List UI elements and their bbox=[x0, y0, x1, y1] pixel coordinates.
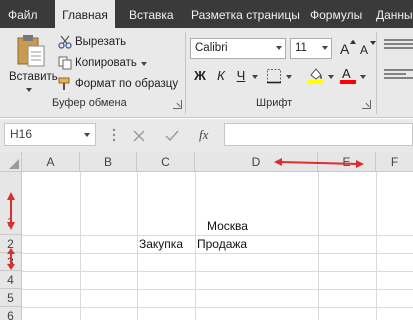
group-divider bbox=[185, 32, 186, 114]
cut-label: Вырезать bbox=[75, 36, 127, 48]
row-header-4[interactable]: 4 bbox=[0, 271, 22, 289]
name-box[interactable]: H16 bbox=[4, 123, 96, 146]
chevron-down-icon[interactable] bbox=[84, 133, 90, 137]
italic-button[interactable]: К bbox=[213, 66, 229, 86]
chevron-down-icon[interactable] bbox=[141, 62, 147, 66]
increase-font-size-icon[interactable]: A bbox=[339, 40, 357, 56]
tab-formulas[interactable]: Формулы bbox=[310, 0, 362, 28]
row-height-arrow-icon bbox=[7, 192, 15, 230]
paste-button[interactable]: Вставить bbox=[6, 32, 58, 94]
borders-icon[interactable] bbox=[266, 68, 282, 84]
svg-text:A: A bbox=[340, 41, 350, 56]
font-group-label: Шрифт bbox=[256, 97, 293, 109]
cell-c2[interactable]: Закупка bbox=[139, 237, 183, 251]
tab-data[interactable]: Данны bbox=[376, 0, 413, 28]
tab-home[interactable]: Главная bbox=[55, 0, 115, 28]
gridline bbox=[22, 271, 413, 272]
ribbon-tab-bar: Файл Главная Вставка Разметка страницы Ф… bbox=[0, 0, 413, 28]
paste-icon bbox=[17, 35, 45, 67]
font-family-select[interactable]: Calibri bbox=[190, 38, 286, 59]
insert-function-button[interactable]: fx bbox=[199, 127, 208, 143]
select-all-button[interactable] bbox=[0, 152, 22, 172]
gridline bbox=[80, 172, 81, 320]
align-top-icon[interactable] bbox=[384, 38, 413, 52]
gridline bbox=[318, 172, 319, 320]
ribbon: Вставить Вырезать Копировать Формат по о… bbox=[0, 28, 413, 118]
chevron-down-icon[interactable] bbox=[286, 75, 292, 79]
row-height-arrow-icon bbox=[7, 248, 15, 270]
cell-d2[interactable]: Продажа bbox=[197, 237, 247, 251]
paste-label: Вставить bbox=[9, 71, 58, 83]
chevron-down-icon bbox=[276, 46, 282, 50]
gridline bbox=[22, 235, 413, 236]
cancel-icon[interactable] bbox=[133, 130, 145, 142]
gridline bbox=[22, 289, 413, 290]
tab-page-layout[interactable]: Разметка страницы bbox=[191, 0, 300, 28]
row-header-6[interactable]: 6 bbox=[0, 307, 22, 320]
svg-text:A: A bbox=[360, 43, 368, 56]
column-header-c[interactable]: C bbox=[137, 152, 195, 172]
formula-input[interactable] bbox=[224, 123, 413, 146]
format-painter-icon bbox=[58, 77, 70, 90]
column-width-arrow-icon bbox=[274, 158, 364, 168]
font-size-value: 11 bbox=[295, 42, 307, 54]
format-painter-label: Формат по образцу bbox=[75, 78, 179, 90]
chevron-down-icon[interactable] bbox=[328, 75, 334, 79]
gridline bbox=[22, 253, 413, 254]
chevron-down-icon[interactable] bbox=[252, 75, 258, 79]
font-launcher-icon[interactable] bbox=[362, 100, 371, 109]
copy-icon bbox=[58, 56, 72, 70]
enter-icon[interactable] bbox=[165, 130, 179, 142]
more-options-icon bbox=[112, 128, 116, 142]
copy-label: Копировать bbox=[75, 57, 137, 69]
column-header-f[interactable]: F bbox=[376, 152, 413, 172]
font-color-icon[interactable]: A bbox=[339, 66, 357, 84]
worksheet-grid[interactable]: A B C D E F 1 2 3 4 5 6 Москва Закупка П… bbox=[0, 152, 413, 320]
clipboard-launcher-icon[interactable] bbox=[173, 100, 182, 109]
scissors-icon bbox=[58, 35, 72, 49]
bold-button[interactable]: Ж bbox=[192, 66, 208, 86]
cell-d1[interactable]: Москва bbox=[207, 219, 248, 233]
svg-text:A: A bbox=[342, 66, 351, 81]
name-box-value: H16 bbox=[10, 127, 33, 141]
chevron-down-icon bbox=[26, 88, 32, 92]
tab-file[interactable]: Файл bbox=[8, 0, 38, 28]
align-left-icon[interactable] bbox=[384, 68, 413, 82]
font-size-select[interactable]: 11 bbox=[290, 38, 332, 59]
formula-bar: H16 fx bbox=[0, 119, 413, 152]
gridline bbox=[376, 172, 377, 320]
gridline bbox=[195, 172, 196, 320]
group-divider bbox=[376, 32, 377, 114]
column-header-b[interactable]: B bbox=[80, 152, 137, 172]
gridline bbox=[137, 172, 138, 320]
fill-color-icon[interactable] bbox=[307, 66, 325, 84]
underline-button[interactable]: Ч bbox=[233, 66, 249, 86]
gridline bbox=[22, 307, 413, 308]
chevron-down-icon bbox=[322, 46, 328, 50]
clipboard-group-label: Буфер обмена bbox=[52, 97, 127, 109]
column-header-a[interactable]: A bbox=[22, 152, 80, 172]
select-all-icon bbox=[9, 159, 19, 169]
chevron-down-icon[interactable] bbox=[360, 75, 366, 79]
tab-insert[interactable]: Вставка bbox=[129, 0, 174, 28]
decrease-font-size-icon[interactable]: A bbox=[359, 40, 377, 56]
font-family-value: Calibri bbox=[195, 42, 228, 54]
row-header-5[interactable]: 5 bbox=[0, 289, 22, 307]
